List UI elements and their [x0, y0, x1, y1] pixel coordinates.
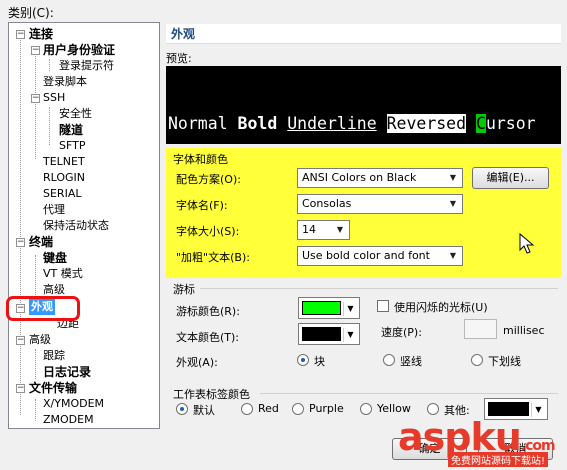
shape-bar-radio[interactable] [383, 354, 395, 366]
tab-color-group-title: 工作表标签颜色 [173, 388, 250, 401]
blink-cursor-checkbox[interactable] [377, 300, 389, 312]
font-name-label: 字体名(F): [176, 199, 228, 212]
tab-color-purple-label: Purple [309, 402, 344, 415]
tab-color-default-label: 默认 [193, 404, 215, 417]
tree-item-file-transfer[interactable]: 文件传输 [29, 380, 77, 396]
watermark-tagline: 免费网站源码下载站! [448, 452, 549, 467]
category-label: 类别(C): [8, 6, 54, 20]
font-size-label: 字体大小(S): [176, 225, 240, 238]
preview-reversed: Reversed [386, 114, 467, 133]
bold-text-label: "加粗"文本(B): [176, 251, 250, 264]
chevron-down-icon: ▼ [343, 328, 357, 342]
expand-connection-icon[interactable]: − [16, 30, 25, 39]
speed-label: 速度(P): [381, 326, 422, 339]
text-color-label: 文本颜色(T): [176, 331, 240, 344]
font-group-title: 字体和颜色 [173, 153, 228, 166]
expand-auth-icon[interactable]: − [31, 46, 40, 55]
tab-color-yellow-radio[interactable] [360, 403, 372, 415]
cursor-group-divider [200, 288, 558, 289]
tab-color-swatch [488, 402, 529, 416]
speed-unit-label: millisec [503, 324, 545, 337]
tree-item-security[interactable]: 安全性 [59, 106, 92, 122]
font-name-value: Consolas [302, 197, 352, 210]
preview-label: 预览: [166, 52, 192, 65]
chevron-down-icon: ▼ [449, 251, 457, 260]
preview-cursor-rest: ursor [485, 114, 536, 133]
tab-color-other-radio[interactable] [427, 403, 439, 415]
tab-color-red-radio[interactable] [241, 403, 253, 415]
cursor-color-swatch [302, 301, 341, 315]
expand-file-transfer-icon[interactable]: − [16, 384, 25, 393]
chevron-down-icon: ▼ [343, 302, 357, 316]
chevron-down-icon: ▼ [336, 225, 344, 234]
text-color-swatch [302, 327, 341, 341]
preview-bold: Bold [237, 114, 278, 133]
tree-item-sftp[interactable]: SFTP [59, 138, 85, 154]
shape-block-label: 块 [314, 355, 325, 368]
shape-underline-radio[interactable] [471, 354, 483, 366]
tree-item-user-auth[interactable]: 用户身份验证 [43, 42, 115, 58]
blink-speed-input[interactable] [464, 319, 497, 339]
tree-item-advanced[interactable]: 高级 [29, 332, 51, 348]
bold-text-select[interactable]: Use bold color and font ▼ [297, 246, 463, 266]
shape-label: 外观(A): [176, 356, 218, 369]
mouse-pointer-icon [519, 232, 535, 254]
preview-cursor: C [476, 114, 486, 133]
preview-underline: Underline [287, 114, 377, 133]
font-size-value: 14 [302, 223, 316, 236]
tree-item-login-prompt[interactable]: 登录提示符 [59, 58, 114, 74]
tree-item-trace[interactable]: 跟踪 [43, 348, 65, 364]
tree-item-login-script[interactable]: 登录脚本 [43, 74, 87, 90]
tab-color-red-label: Red [258, 402, 279, 415]
tree-item-serial[interactable]: SERIAL [43, 186, 81, 202]
tab-color-group-divider [260, 393, 558, 394]
font-size-select[interactable]: 14 ▼ [297, 220, 350, 240]
scheme-label: 配色方案(O): [176, 173, 241, 186]
shape-underline-label: 下划线 [488, 355, 521, 368]
edit-scheme-button[interactable]: 编辑(E)... [472, 167, 549, 189]
tree-item-proxy[interactable]: 代理 [43, 202, 65, 218]
category-tree[interactable]: − 连接 − 用户身份验证 登录提示符 登录脚本 − SSH 安全性 隧道 SF… [8, 22, 160, 429]
color-scheme-value: ANSI Colors on Black [302, 171, 417, 184]
chevron-down-icon: ▼ [449, 199, 457, 208]
annotation-circle [6, 296, 80, 321]
tree-item-logging[interactable]: 日志记录 [43, 364, 91, 380]
color-scheme-select[interactable]: ANSI Colors on Black ▼ [297, 168, 463, 188]
tab-color-purple-radio[interactable] [292, 403, 304, 415]
tree-item-telnet[interactable]: TELNET [43, 154, 85, 170]
tree-item-keepalive[interactable]: 保持活动状态 [43, 218, 109, 234]
tree-item-tunnel[interactable]: 隧道 [59, 122, 83, 138]
shape-block-radio[interactable] [297, 354, 309, 366]
tree-item-vt-mode[interactable]: VT 模式 [43, 266, 83, 282]
expand-terminal-icon[interactable]: − [16, 238, 25, 247]
tree-item-zmodem[interactable]: ZMODEM [43, 412, 94, 428]
tree-item-terminal[interactable]: 终端 [29, 234, 53, 250]
cursor-color-label: 游标颜色(R): [176, 305, 240, 318]
shape-bar-label: 竖线 [400, 355, 422, 368]
tree-item-connection[interactable]: 连接 [29, 26, 53, 42]
tree-item-keyboard[interactable]: 键盘 [43, 250, 67, 266]
expand-ssh-icon[interactable]: − [31, 94, 40, 103]
cursor-color-picker[interactable]: ▼ [298, 297, 360, 319]
blink-cursor-label: 使用闪烁的光标(U) [394, 301, 488, 314]
font-name-select[interactable]: Consolas ▼ [297, 194, 463, 214]
tab-color-default-radio[interactable] [176, 403, 188, 415]
panel-title: 外观 [166, 24, 561, 44]
tree-item-xymodem[interactable]: X/YMODEM [43, 396, 104, 412]
tab-color-yellow-label: Yellow [377, 402, 411, 415]
cursor-group-title: 游标 [173, 283, 195, 296]
chevron-down-icon: ▼ [449, 173, 457, 182]
preview-normal: Normal [168, 114, 228, 133]
terminal-preview: Normal Bold Underline Reversed Cursor re… [166, 66, 561, 144]
tree-item-rlogin[interactable]: RLOGIN [43, 170, 85, 186]
text-color-picker[interactable]: ▼ [298, 323, 360, 345]
expand-advanced-icon[interactable]: − [16, 336, 25, 345]
bold-text-value: Use bold color and font [302, 249, 430, 262]
tree-item-ssh[interactable]: SSH [43, 90, 65, 106]
